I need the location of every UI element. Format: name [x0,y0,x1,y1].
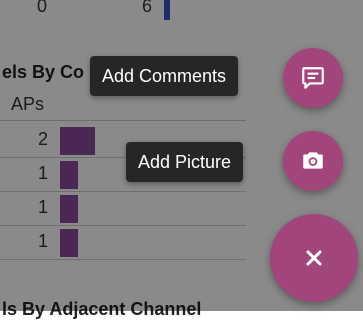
add-picture-label: Add Picture [126,142,244,182]
add-comments-button[interactable] [283,48,343,108]
close-icon [303,247,325,269]
close-speed-dial-button[interactable] [270,214,358,302]
add-picture-button[interactable] [283,131,343,191]
camera-icon [300,148,326,174]
comment-icon [300,65,326,91]
add-comments-label: Add Comments [90,56,239,96]
app-screen: 0 6 els By Co APs 2111 ls By Adjacent Ch… [0,0,363,319]
